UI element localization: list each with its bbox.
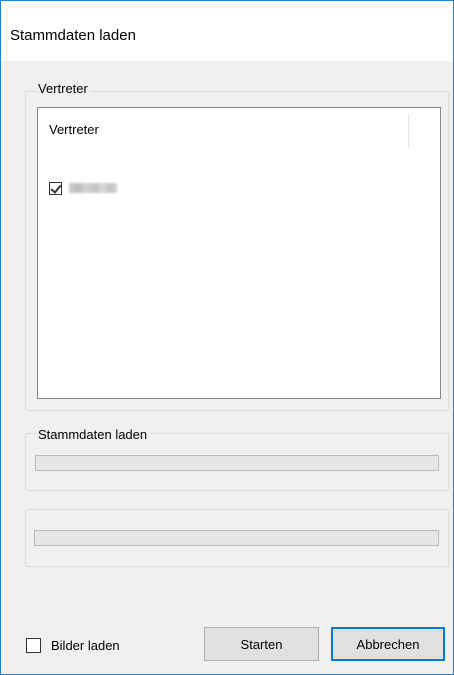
window-title: Stammdaten laden [10,27,136,44]
column-header-vertreter[interactable]: Vertreter [49,122,99,137]
dialog-window: Stammdaten laden Vertreter Vertreter Sta… [0,0,454,675]
list-item-checkbox[interactable] [49,181,62,195]
title-bar[interactable]: Stammdaten laden [1,1,453,61]
column-separator[interactable] [408,114,409,148]
stammdaten-progress-bar [35,455,439,471]
bilder-laden-label[interactable]: Bilder laden [51,638,120,653]
start-button[interactable]: Starten [204,627,319,661]
bilder-laden-checkbox[interactable]: Bilder laden [26,638,120,653]
bilder-laden-checkbox-box[interactable] [26,638,41,653]
vertreter-listview[interactable]: Vertreter [37,107,441,399]
list-item-label-blurred [69,183,117,193]
list-item[interactable] [49,178,117,198]
second-progress-bar [34,530,439,546]
cancel-button[interactable]: Abbrechen [331,627,445,661]
vertreter-group-legend: Vertreter [36,81,90,96]
stammdaten-group-legend: Stammdaten laden [36,427,150,442]
